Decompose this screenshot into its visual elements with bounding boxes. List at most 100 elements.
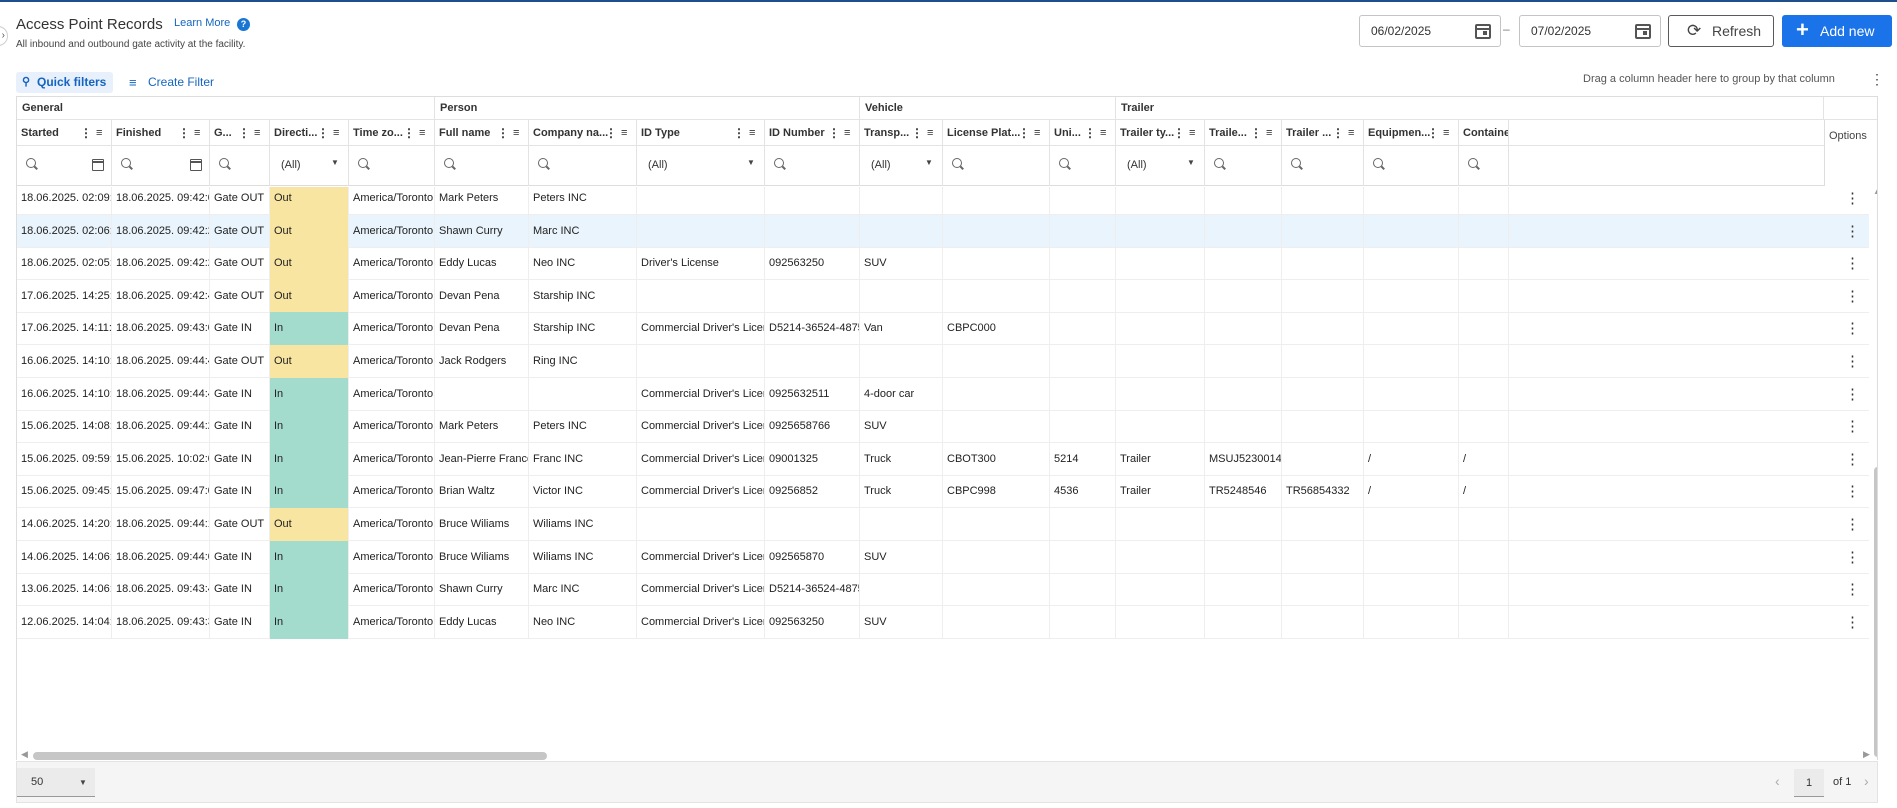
create-filter-button[interactable]: ≡ Create Filter: [129, 72, 214, 93]
calendar-icon[interactable]: [92, 159, 104, 171]
column-header[interactable]: Containe...: [1459, 120, 1509, 146]
column-header[interactable]: ID Type ⋮ ≡: [637, 120, 765, 146]
column-header[interactable]: Company na... ⋮ ≡: [529, 120, 637, 146]
row-options-kebab-icon[interactable]: ⋮: [1845, 280, 1860, 313]
row-options-kebab-icon[interactable]: ⋮: [1845, 215, 1860, 248]
help-icon[interactable]: ?: [237, 18, 250, 31]
row-options-kebab-icon[interactable]: ⋮: [1845, 312, 1860, 345]
column-menu-kebab-icon[interactable]: ⋮: [1084, 120, 1096, 146]
column-menu-kebab-icon[interactable]: ⋮: [911, 120, 923, 146]
column-header[interactable]: Started ⋮ ≡: [17, 120, 112, 146]
column-filter-select-value[interactable]: (All): [281, 159, 301, 171]
table-row[interactable]: 13.06.2025. 14:06:1218.06.2025. 09:43:42…: [17, 573, 1869, 607]
column-filter-cell[interactable]: (All) ▼: [860, 146, 943, 186]
table-row[interactable]: 14.06.2025. 14:06:5818.06.2025. 09:44:04…: [17, 540, 1869, 574]
column-filter-cell[interactable]: [17, 146, 112, 186]
sidebar-toggle-chevron-icon[interactable]: ›: [0, 26, 8, 46]
column-header[interactable]: ID Number ⋮ ≡: [765, 120, 860, 146]
column-filter-icon[interactable]: ≡: [96, 120, 102, 146]
column-filter-cell[interactable]: [435, 146, 529, 186]
row-options-kebab-icon[interactable]: ⋮: [1845, 443, 1860, 476]
row-options-kebab-icon[interactable]: ⋮: [1845, 410, 1860, 443]
column-menu-kebab-icon[interactable]: ⋮: [238, 120, 250, 146]
learn-more-link[interactable]: Learn More: [174, 17, 230, 29]
table-row[interactable]: 17.06.2025. 14:25:4618.06.2025. 09:42:48…: [17, 279, 1869, 313]
column-menu-kebab-icon[interactable]: ⋮: [1173, 120, 1185, 146]
table-row[interactable]: 15.06.2025. 09:59:4915.06.2025. 10:02:01…: [17, 442, 1869, 476]
table-row[interactable]: 18.06.2025. 02:06:4018.06.2025. 09:42:20…: [17, 214, 1869, 248]
column-filter-cell[interactable]: [349, 146, 435, 186]
scroll-left-arrow-icon[interactable]: ◀: [21, 749, 28, 760]
column-filter-cell[interactable]: [1364, 146, 1459, 186]
column-filter-icon[interactable]: ≡: [1189, 120, 1195, 146]
column-filter-icon[interactable]: ≡: [844, 120, 850, 146]
row-options-kebab-icon[interactable]: ⋮: [1845, 541, 1860, 574]
column-filter-icon[interactable]: ≡: [194, 120, 200, 146]
column-filter-icon[interactable]: ≡: [1443, 120, 1449, 146]
column-menu-kebab-icon[interactable]: ⋮: [1332, 120, 1344, 146]
column-header[interactable]: Equipmen... ⋮ ≡: [1364, 120, 1459, 146]
column-filter-cell[interactable]: [765, 146, 860, 186]
column-header[interactable]: Uni... ⋮ ≡: [1050, 120, 1116, 146]
add-new-button[interactable]: + Add new: [1782, 15, 1892, 47]
column-filter-cell[interactable]: (All) ▼: [637, 146, 765, 186]
date-from-field[interactable]: 06/02/2025: [1359, 15, 1501, 47]
column-filter-icon[interactable]: ≡: [419, 120, 425, 146]
column-filter-cell[interactable]: [1050, 146, 1116, 186]
column-menu-kebab-icon[interactable]: ⋮: [178, 120, 190, 146]
column-header[interactable]: Full name ⋮ ≡: [435, 120, 529, 146]
grid-menu-kebab-icon[interactable]: ⋮: [1870, 72, 1884, 86]
column-filter-icon[interactable]: ≡: [333, 120, 339, 146]
column-header[interactable]: Traile... ⋮ ≡: [1205, 120, 1282, 146]
column-filter-icon[interactable]: ≡: [1100, 120, 1106, 146]
page-size-select[interactable]: 50 ▼: [17, 768, 95, 797]
column-menu-kebab-icon[interactable]: ⋮: [828, 120, 840, 146]
column-menu-kebab-icon[interactable]: ⋮: [80, 120, 92, 146]
column-header[interactable]: G... ⋮ ≡: [210, 120, 270, 146]
column-menu-kebab-icon[interactable]: ⋮: [317, 120, 329, 146]
refresh-button[interactable]: ⟳ Refresh: [1668, 15, 1774, 47]
column-menu-kebab-icon[interactable]: ⋮: [1018, 120, 1030, 146]
table-row[interactable]: 16.06.2025. 14:10:3518.06.2025. 09:44:47…: [17, 345, 1869, 378]
row-options-kebab-icon[interactable]: ⋮: [1845, 187, 1860, 215]
column-filter-icon[interactable]: ≡: [1348, 120, 1354, 146]
row-options-kebab-icon[interactable]: ⋮: [1845, 573, 1860, 606]
vertical-scroll-thumb[interactable]: [1874, 467, 1877, 757]
date-to-field[interactable]: 07/02/2025: [1519, 15, 1661, 47]
column-menu-kebab-icon[interactable]: ⋮: [403, 120, 415, 146]
column-filter-select-value[interactable]: (All): [1127, 159, 1147, 171]
column-header[interactable]: Directi... ⋮ ≡: [270, 120, 349, 146]
column-filter-cell[interactable]: [1459, 146, 1509, 186]
column-filter-icon[interactable]: ≡: [513, 120, 519, 146]
column-header[interactable]: Finished ⋮ ≡: [112, 120, 210, 146]
table-row[interactable]: 17.06.2025. 14:11:1518.06.2025. 09:43:03…: [17, 312, 1869, 346]
table-row[interactable]: 15.06.2025. 14:08:4818.06.2025. 09:44:20…: [17, 410, 1869, 444]
column-filter-cell[interactable]: [112, 146, 210, 186]
column-filter-select-value[interactable]: (All): [648, 159, 668, 171]
column-filter-icon[interactable]: ≡: [621, 120, 627, 146]
column-filter-cell[interactable]: [210, 146, 270, 186]
column-header[interactable]: Trailer ty... ⋮ ≡: [1116, 120, 1205, 146]
quick-filters-button[interactable]: ⚲ Quick filters: [16, 72, 113, 93]
vertical-scrollbar[interactable]: ▲ ▼: [1873, 187, 1877, 760]
row-options-kebab-icon[interactable]: ⋮: [1845, 378, 1860, 411]
table-row[interactable]: 12.06.2025. 14:04:5418.06.2025. 09:43:32…: [17, 605, 1869, 639]
column-filter-cell[interactable]: [943, 146, 1050, 186]
calendar-icon[interactable]: [190, 159, 202, 171]
column-menu-kebab-icon[interactable]: ⋮: [605, 120, 617, 146]
horizontal-scroll-thumb[interactable]: [33, 752, 547, 760]
column-menu-kebab-icon[interactable]: ⋮: [1427, 120, 1439, 146]
column-filter-icon[interactable]: ≡: [1034, 120, 1040, 146]
page-number-input[interactable]: 1: [1794, 769, 1824, 797]
previous-page-chevron-icon[interactable]: ‹: [1775, 773, 1780, 789]
column-filter-cell[interactable]: [529, 146, 637, 186]
column-header[interactable]: Trailer ... ⋮ ≡: [1282, 120, 1364, 146]
scroll-up-arrow-icon[interactable]: ▲: [1873, 187, 1877, 196]
row-options-kebab-icon[interactable]: ⋮: [1845, 345, 1860, 378]
column-filter-cell[interactable]: (All) ▼: [1116, 146, 1205, 186]
column-menu-kebab-icon[interactable]: ⋮: [497, 120, 509, 146]
table-row[interactable]: 18.06.2025. 02:09:3318.06.2025. 09:42:08…: [17, 187, 1869, 215]
column-filter-cell[interactable]: [1282, 146, 1364, 186]
next-page-chevron-icon[interactable]: ›: [1864, 773, 1869, 789]
column-filter-cell[interactable]: [1205, 146, 1282, 186]
